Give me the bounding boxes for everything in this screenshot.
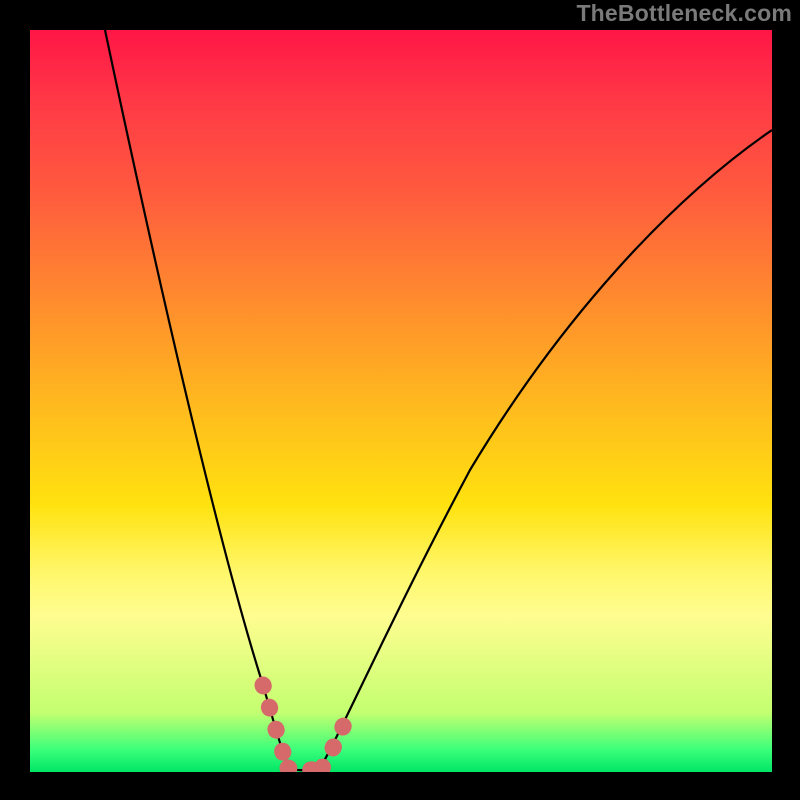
overlay-layer (30, 30, 772, 772)
overlay-right-segment (322, 720, 346, 768)
overlay-left-segment (263, 685, 288, 768)
chart-frame: TheBottleneck.com (0, 0, 800, 800)
watermark-text: TheBottleneck.com (576, 0, 792, 27)
plot-area (30, 30, 772, 772)
